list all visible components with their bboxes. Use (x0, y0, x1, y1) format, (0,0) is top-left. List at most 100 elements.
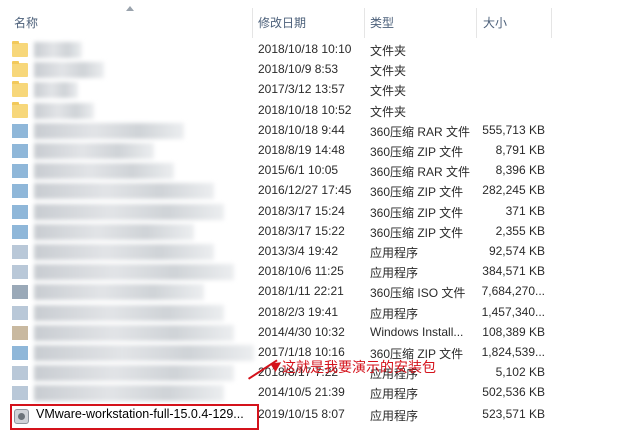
file-size: 555,713 KB (482, 122, 545, 137)
file-row[interactable]: 2014/10/5 21:39 应用程序 502,536 KB (0, 383, 640, 403)
column-divider[interactable] (476, 8, 477, 38)
archive-icon (12, 184, 28, 199)
file-name-redacted (34, 82, 78, 99)
file-size: 523,571 KB (482, 407, 545, 421)
column-divider[interactable] (252, 8, 253, 38)
file-type: 应用程序 (370, 246, 419, 260)
file-row[interactable]: 2014/4/30 10:32 Windows Install... 108,389… (0, 323, 640, 343)
folder-icon (12, 81, 28, 98)
file-size: 282,245 KB (482, 183, 545, 198)
file-type: 360压缩 ZIP 文件 (370, 185, 464, 200)
file-row[interactable]: 2018/1/11 22:21 360压缩 ISO 文件 7,684,270... (0, 282, 640, 302)
file-row[interactable]: 2017/3/12 13:57 文件夹 (0, 80, 640, 100)
file-type: 360压缩 ZIP 文件 (370, 145, 464, 159)
file-size: 92,574 KB (488, 244, 545, 258)
archive-icon (12, 204, 28, 219)
file-row[interactable]: 2018/10/18 10:52 文件夹 (0, 101, 640, 121)
file-date: 2017/3/12 13:57 (258, 82, 345, 97)
file-type: 应用程序 (370, 266, 419, 281)
file-name-redacted (34, 223, 194, 240)
column-divider[interactable] (551, 8, 552, 38)
column-header-bar: 名称 修改日期 类型 大小 (0, 0, 640, 38)
file-date: 2018/3/17 15:24 (258, 203, 345, 218)
file-row[interactable]: 2018/2/3 19:41 应用程序 1,457,340... (0, 303, 640, 323)
file-name-redacted (34, 264, 234, 281)
archive-icon (12, 123, 28, 138)
file-row[interactable]: 2018/3/17 15:24 360压缩 ZIP 文件 371 KB (0, 202, 640, 222)
folder-icon (12, 41, 28, 57)
file-size: 371 KB (505, 203, 545, 218)
installer-icon (12, 325, 28, 340)
file-name-redacted (34, 304, 224, 321)
file-type: Windows Install... (370, 324, 464, 339)
file-name-redacted (34, 385, 224, 402)
file-name-redacted (34, 143, 154, 159)
file-name-redacted (34, 42, 82, 58)
exe-icon (12, 245, 28, 259)
exe-icon (12, 305, 28, 320)
archive-icon (12, 144, 28, 158)
file-type: 360压缩 ZIP 文件 (370, 225, 464, 240)
file-row[interactable]: 2018/10/6 11:25 应用程序 384,571 KB (0, 262, 640, 282)
archive-icon (12, 224, 28, 239)
file-row[interactable]: 2013/3/4 19:42 应用程序 92,574 KB (0, 242, 640, 262)
file-size: 2,355 KB (495, 223, 545, 238)
file-type: 文件夹 (370, 84, 407, 99)
column-header-type[interactable]: 类型 (370, 14, 394, 31)
file-row[interactable]: 2018/3/17 15:22 360压缩 ZIP 文件 2,355 KB (0, 222, 640, 242)
file-name-redacted (34, 324, 234, 341)
file-name-redacted (34, 62, 104, 79)
file-date: 2018/3/17 15:22 (258, 223, 345, 238)
file-type: 应用程序 (370, 387, 419, 402)
column-header-date[interactable]: 修改日期 (258, 14, 306, 31)
file-name-redacted (34, 163, 174, 180)
file-date: 2014/4/30 10:32 (258, 324, 345, 339)
file-size: 8,396 KB (495, 163, 545, 178)
file-date: 2019/10/15 8:07 (258, 407, 345, 421)
annotation-text: 这就是我要演示的安装包 (282, 360, 436, 376)
file-type: 360压缩 ZIP 文件 (370, 205, 464, 220)
file-type: 文件夹 (370, 64, 407, 79)
file-row[interactable]: 2018/10/18 10:10 文件夹 (0, 40, 640, 60)
sort-ascending-icon[interactable] (126, 6, 134, 11)
file-name-redacted (34, 284, 204, 301)
file-row[interactable]: 2015/6/1 10:05 360压缩 RAR 文件 8,396 KB (0, 161, 640, 181)
file-size: 1,457,340... (481, 304, 545, 319)
file-size: 108,389 KB (482, 324, 545, 339)
file-size: 502,536 KB (482, 385, 545, 400)
file-date: 2015/6/1 10:05 (258, 163, 339, 178)
file-date: 2018/10/18 10:52 (258, 102, 352, 117)
file-date: 2018/10/9 8:53 (258, 62, 339, 77)
file-type: 文件夹 (370, 44, 407, 58)
file-type: 应用程序 (370, 409, 419, 423)
file-type: 360压缩 ISO 文件 (370, 286, 466, 301)
file-size: 7,684,270... (481, 284, 545, 299)
file-date: 2018/10/18 10:10 (258, 42, 352, 56)
file-name-redacted (34, 183, 214, 200)
file-date: 2013/3/4 19:42 (258, 244, 339, 258)
file-name-redacted (34, 365, 234, 382)
file-name-redacted (34, 102, 94, 119)
file-type: 应用程序 (370, 306, 419, 321)
file-row[interactable]: 2018/10/18 9:44 360压缩 RAR 文件 555,713 KB (0, 121, 640, 141)
file-name-redacted (34, 122, 184, 139)
file-date: 2018/10/6 11:25 (258, 264, 344, 279)
exe-icon (12, 366, 28, 381)
folder-icon (12, 61, 28, 78)
column-header-name[interactable]: 名称 (14, 14, 38, 31)
file-date: 2018/10/18 9:44 (258, 122, 345, 137)
file-row[interactable]: 2016/12/27 17:45 360压缩 ZIP 文件 282,245 KB (0, 181, 640, 201)
file-row[interactable]: 2018/10/9 8:53 文件夹 (0, 60, 640, 80)
file-type: 文件夹 (370, 104, 407, 119)
iso-icon (12, 285, 28, 300)
red-highlight-box (10, 404, 259, 430)
column-header-size[interactable]: 大小 (483, 14, 507, 31)
file-date: 2016/12/27 17:45 (258, 183, 352, 198)
file-date: 2018/1/11 22:21 (258, 284, 344, 299)
file-size: 5,102 KB (495, 365, 545, 380)
column-divider[interactable] (364, 8, 365, 38)
file-size: 384,571 KB (482, 264, 545, 279)
file-row[interactable]: 2018/8/19 14:48 360压缩 ZIP 文件 8,791 KB (0, 141, 640, 161)
file-name-redacted (34, 345, 254, 361)
file-date: 2018/8/19 14:48 (258, 143, 345, 157)
